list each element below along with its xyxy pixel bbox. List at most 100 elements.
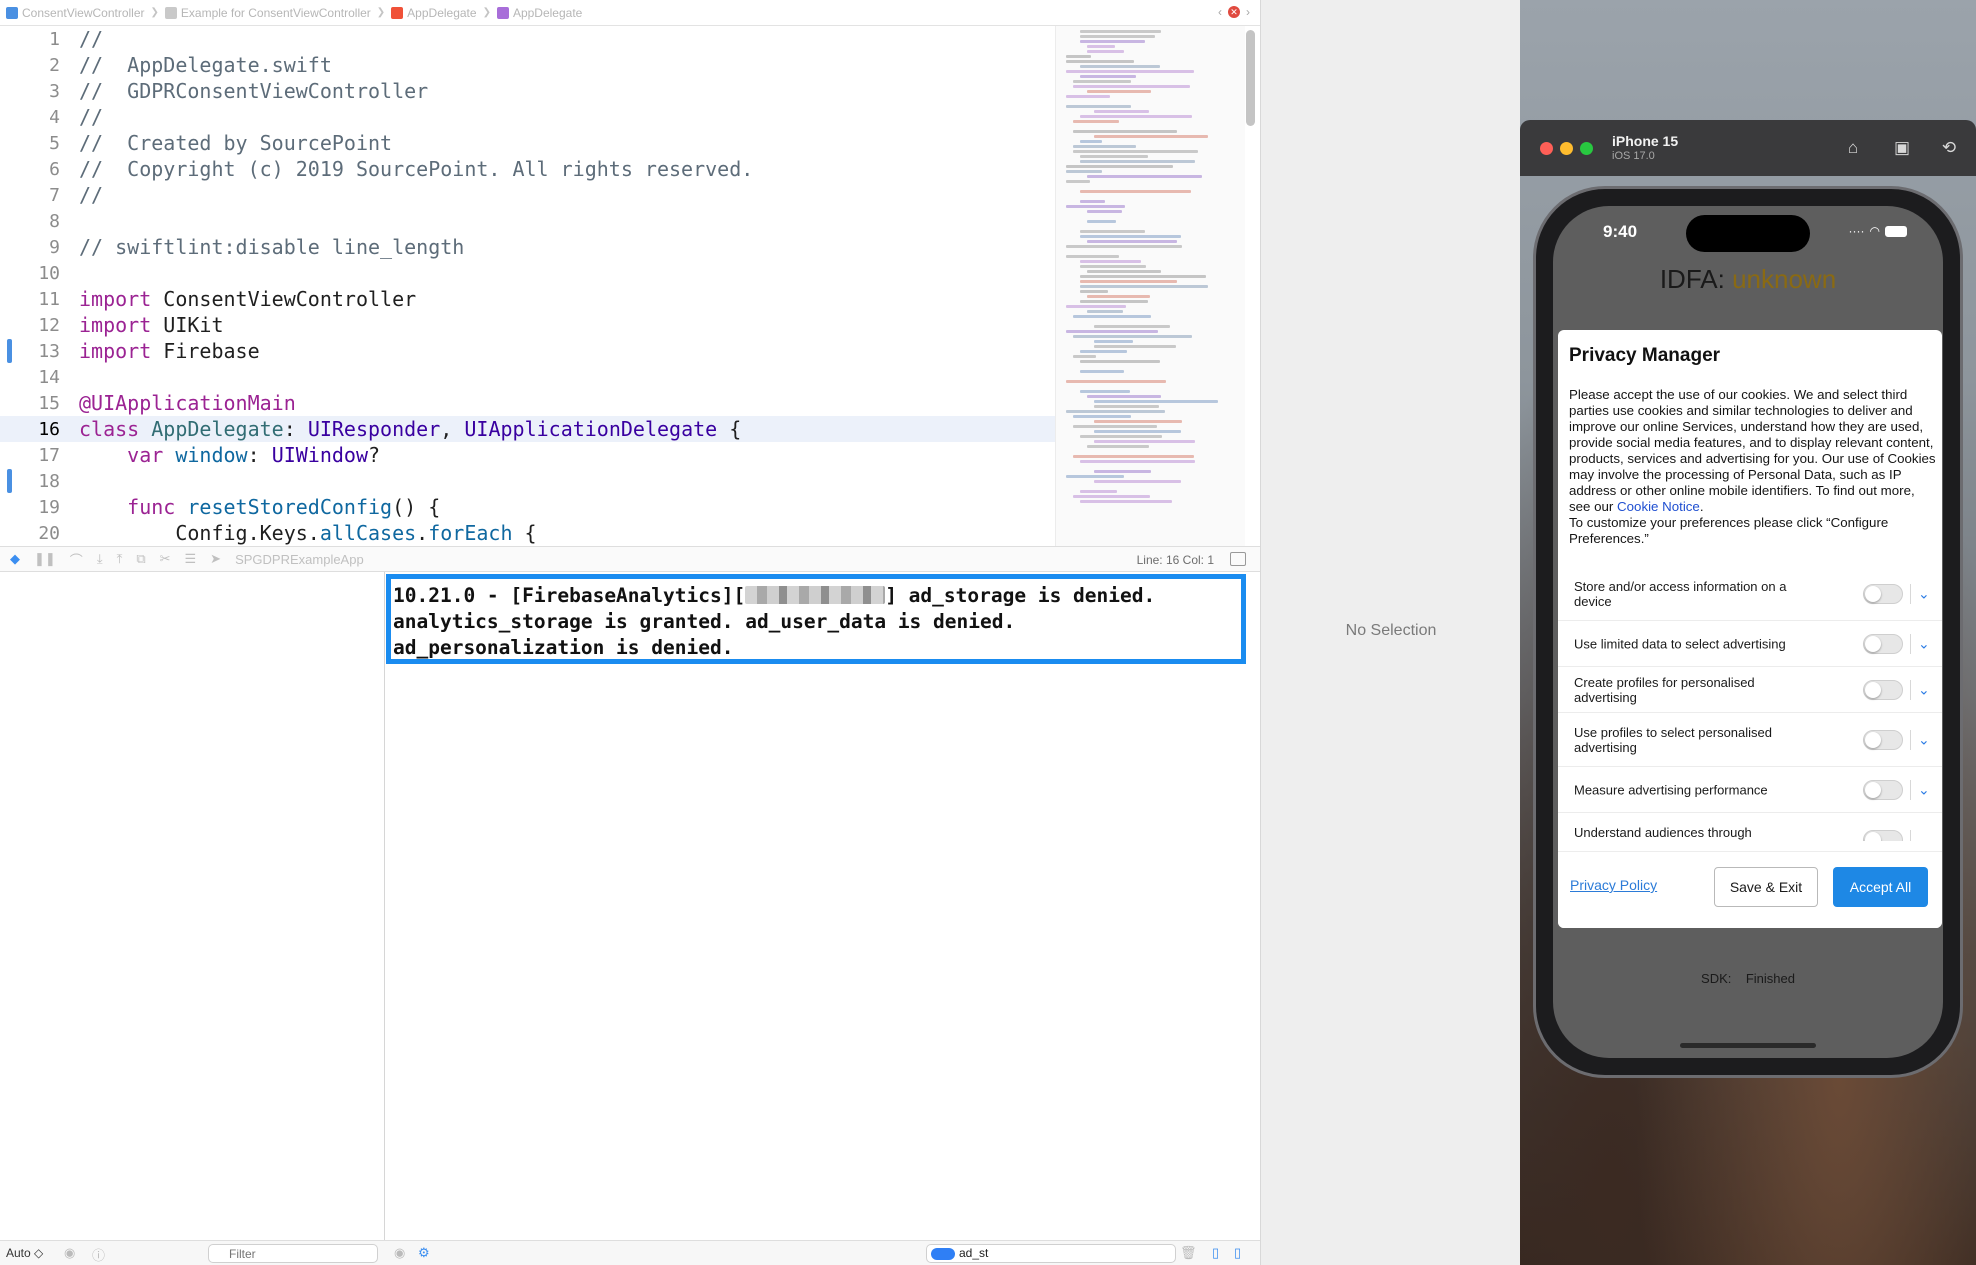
- console-log-entry[interactable]: 10.21.0 - [FirebaseAnalytics][] ad_stora…: [386, 574, 1246, 664]
- purpose-toggle[interactable]: [1863, 829, 1903, 841]
- code-line: 6 // Copyright (c) 2019 SourcePoint. All …: [0, 156, 1055, 182]
- step-out-icon[interactable]: ⤒: [117, 551, 123, 567]
- minimap[interactable]: [1055, 26, 1245, 546]
- property-name: window: [175, 443, 248, 467]
- minimap-line: [1073, 495, 1150, 498]
- minimap-line: [1087, 220, 1116, 223]
- keyword: var: [127, 443, 164, 467]
- toggle-knob: [1865, 585, 1881, 602]
- chevron-down-icon[interactable]: ⌄: [1918, 731, 1930, 748]
- console-filter-input[interactable]: ad_st: [926, 1244, 1176, 1263]
- purpose-row[interactable]: Store and/or access information on a dev…: [1558, 567, 1942, 621]
- breakpoints-icon[interactable]: ◆: [10, 551, 20, 567]
- view-hierarchy-icon[interactable]: ⧉: [136, 551, 145, 567]
- chevron-down-icon[interactable]: ⌄: [1918, 635, 1930, 652]
- purpose-row[interactable]: Create profiles for personalised adverti…: [1558, 667, 1942, 713]
- chevron-down-icon[interactable]: ⌄: [1918, 831, 1930, 841]
- filter-options-icon[interactable]: [931, 1248, 955, 1260]
- home-indicator[interactable]: [1680, 1043, 1816, 1048]
- chevron-down-icon[interactable]: ⌄: [1918, 781, 1930, 798]
- line-number: 4: [49, 106, 60, 128]
- purpose-row[interactable]: Measure advertising performance ⌄: [1558, 767, 1942, 813]
- type-name: UIApplicationDelegate: [464, 417, 718, 441]
- punctuation: :: [283, 417, 308, 441]
- step-in-icon[interactable]: ⤓: [97, 551, 103, 567]
- redacted-text: [745, 586, 886, 604]
- purpose-row[interactable]: Use profiles to select personalised adve…: [1558, 713, 1942, 767]
- toggle-panel-icon[interactable]: [1230, 552, 1246, 566]
- eye-icon[interactable]: ◉: [394, 1245, 405, 1261]
- line-number: 7: [49, 184, 60, 206]
- screenshot-icon[interactable]: ▣: [1891, 137, 1913, 159]
- step-over-icon[interactable]: ⌒: [70, 550, 83, 569]
- minimap-line: [1087, 295, 1150, 298]
- minimap-line: [1087, 310, 1123, 313]
- toggle-knob: [1865, 831, 1881, 841]
- console-area[interactable]: 10.21.0 - [FirebaseAnalytics][] ad_stora…: [386, 572, 1260, 1240]
- pause-icon[interactable]: ❚❚: [34, 551, 56, 567]
- chevron-down-icon[interactable]: ⌄: [1918, 585, 1930, 602]
- cookie-notice-link[interactable]: Cookie Notice: [1617, 499, 1700, 514]
- minimap-line: [1080, 40, 1145, 43]
- minimap-line: [1087, 45, 1115, 48]
- minimap-line: [1087, 90, 1151, 93]
- minimize-window-icon[interactable]: [1560, 142, 1573, 155]
- variables-scope-select[interactable]: Auto ◇: [6, 1246, 43, 1260]
- purposes-list[interactable]: Store and/or access information on a dev…: [1558, 567, 1942, 841]
- jump-bar-project[interactable]: ConsentViewController: [6, 6, 145, 20]
- code-line: 15 @UIApplicationMain: [0, 390, 1055, 416]
- minimap-line: [1094, 405, 1159, 408]
- code-text: //: [79, 183, 104, 207]
- location-icon[interactable]: ➤: [210, 551, 221, 567]
- purpose-toggle[interactable]: [1863, 779, 1903, 800]
- info-icon[interactable]: ⓘ: [92, 1245, 105, 1264]
- minimap-line: [1066, 245, 1182, 248]
- nav-back-icon[interactable]: ‹: [1218, 5, 1222, 19]
- memory-graph-icon[interactable]: ✂: [160, 551, 171, 567]
- split-left-icon[interactable]: ▯: [1212, 1245, 1219, 1261]
- eye-icon[interactable]: ◉: [64, 1245, 75, 1261]
- jump-bar-file[interactable]: AppDelegate: [391, 6, 477, 20]
- purpose-row[interactable]: Use limited data to select advertising ⌄: [1558, 621, 1942, 667]
- simulator-title-bar[interactable]: iPhone 15 iOS 17.0 ⌂ ▣ ⟲: [1520, 120, 1976, 176]
- code-line-current: 16 class AppDelegate: UIResponder, UIAppl…: [0, 416, 1055, 442]
- method-name: forEach: [428, 521, 513, 545]
- jump-bar-folder[interactable]: Example for ConsentViewController: [164, 6, 371, 20]
- minimap-line: [1087, 210, 1122, 213]
- idfa-value: unknown: [1732, 264, 1837, 294]
- trash-icon[interactable]: 🗑: [1180, 1245, 1197, 1261]
- minimap-line: [1080, 360, 1160, 363]
- change-indicator[interactable]: [7, 469, 12, 493]
- purpose-toggle[interactable]: [1863, 679, 1903, 700]
- source-editor[interactable]: 1 // 2 // AppDelegate.swift 3 // GDPRConsen…: [0, 26, 1055, 546]
- purpose-row[interactable]: Understand audiences through statistics …: [1558, 813, 1942, 841]
- home-icon[interactable]: ⌂: [1842, 137, 1864, 159]
- privacy-policy-link[interactable]: Privacy Policy: [1570, 877, 1657, 893]
- minimap-line: [1073, 85, 1190, 88]
- purpose-toggle[interactable]: [1863, 583, 1903, 604]
- chevron-down-icon[interactable]: ⌄: [1918, 681, 1930, 698]
- idfa-prefix: IDFA:: [1659, 264, 1733, 294]
- split-right-icon[interactable]: ▯: [1234, 1245, 1241, 1261]
- row-divider: [1910, 829, 1911, 841]
- environment-icon[interactable]: ☰: [185, 551, 197, 567]
- rotate-icon[interactable]: ⟲: [1938, 137, 1960, 159]
- zoom-window-icon[interactable]: [1580, 142, 1593, 155]
- change-indicator[interactable]: [7, 339, 12, 363]
- purpose-toggle[interactable]: [1863, 633, 1903, 654]
- minimap-line: [1073, 130, 1177, 133]
- save-exit-button[interactable]: Save & Exit: [1714, 867, 1818, 907]
- variables-filter-input[interactable]: [208, 1244, 378, 1263]
- editor-scrollbar[interactable]: [1246, 30, 1255, 126]
- accept-all-button[interactable]: Accept All: [1833, 867, 1928, 907]
- jump-bar-symbol[interactable]: AppDelegate: [496, 6, 582, 20]
- punctuation: ,: [440, 417, 465, 441]
- error-icon[interactable]: ✕: [1228, 6, 1240, 18]
- console-options-icon[interactable]: ⚙: [418, 1245, 430, 1261]
- purpose-toggle[interactable]: [1863, 729, 1903, 750]
- nav-forward-icon[interactable]: ›: [1246, 5, 1250, 19]
- xcode-window: ConsentViewController ❯ Example for Cons…: [0, 0, 1260, 1265]
- row-divider: [1910, 679, 1911, 700]
- close-window-icon[interactable]: [1540, 142, 1553, 155]
- iphone-screen[interactable]: 9:40 ···· ◠ IDFA: unknown Privacy Manage…: [1553, 206, 1943, 1058]
